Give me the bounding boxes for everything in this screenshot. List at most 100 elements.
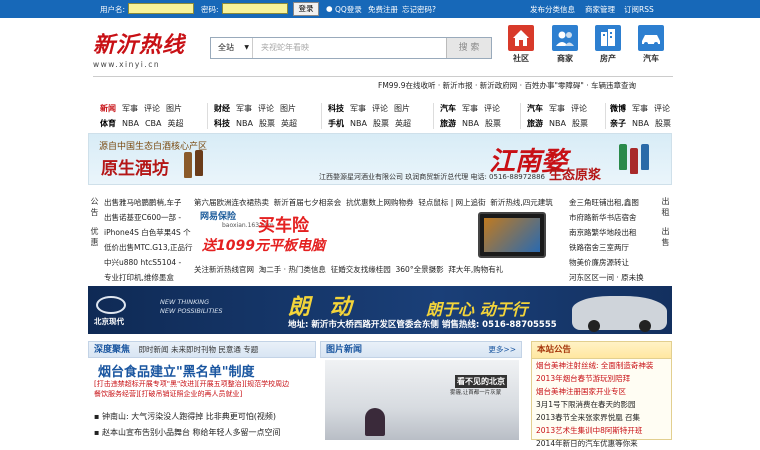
nav-link[interactable]: 图片 (280, 101, 296, 116)
hyundai-ad-banner[interactable]: 北京现代 NEW THINKING NEW POSSIBILITIES 朗 动 朗… (88, 286, 672, 334)
list-item[interactable]: 出售雅马哈鹏鹏梢,车子 (104, 195, 196, 210)
nav-link[interactable]: 图片 (394, 101, 410, 116)
nav-link[interactable]: NBA (632, 116, 649, 131)
nav-link[interactable]: 军事 (350, 101, 366, 116)
headline-sub[interactable]: 餐饮服务经营][打破吊销证照企业的再人员就业] (94, 389, 242, 399)
nav-link[interactable]: 股票 (655, 116, 671, 131)
nav-link[interactable]: 股票 (485, 116, 501, 131)
nav-link[interactable]: NBA (462, 116, 479, 131)
headline-sub[interactable]: [打击违禁超标开展专项"黑"改进][开展五项整治][规范学校周边 (94, 379, 289, 389)
list-item[interactable]: 2014年新日的汽车优惠等你来 (532, 437, 671, 450)
list-item[interactable]: 物美价廉房源转让 (569, 255, 659, 270)
nav-link[interactable]: 旅游 (527, 116, 543, 131)
qq-login-icon[interactable]: ● (326, 4, 333, 13)
list-item[interactable]: 关注新沂热线官网 (194, 265, 254, 274)
nav-link[interactable]: 汽车 (527, 101, 543, 116)
nav-link[interactable]: 科技 (214, 116, 230, 131)
headline-link[interactable]: 烟台食品建立"黑名单"制度 (98, 361, 255, 380)
list-item[interactable]: 低价出售MTC.G13,正品行 (104, 240, 196, 255)
nav-link[interactable]: NBA (122, 116, 139, 131)
nav-link[interactable]: 评论 (258, 101, 274, 116)
list-item[interactable]: 烟台美神注射丝绒: 全面制造奇神装 (532, 359, 671, 372)
photo-news-image[interactable]: 看不见的北京 雾霾,让首都一片灰蒙 (325, 360, 519, 440)
category-realestate-label[interactable]: 房产 (588, 53, 628, 64)
list-item[interactable]: 拜大年,购物有礼 (448, 265, 503, 274)
list-item[interactable]: 新沂热线,四元建筑 (490, 198, 552, 207)
list-item[interactable]: ▪ 钟南山: 大气污染没人跑得掉 比非典更可怕(视频) (94, 411, 276, 422)
nav-link[interactable]: 体育 (100, 116, 116, 131)
list-item[interactable]: 2013年烟台春节游玩別陪拜 (532, 372, 671, 385)
list-item[interactable]: 烟台美神注册国家开业专区 (532, 385, 671, 398)
list-item[interactable]: 3月1号下限消费在春天的影园 (532, 398, 671, 411)
nav-link[interactable]: 评论 (654, 101, 670, 116)
search-scope-select[interactable]: 全站 ▼ (211, 38, 253, 58)
username-input[interactable] (128, 3, 194, 14)
list-item[interactable]: 专业打印机,维修墨盒 (104, 270, 196, 285)
search-input[interactable]: 夹视蛇年看映 (261, 38, 309, 58)
list-item[interactable]: 360°全景摄影 (396, 265, 444, 274)
list-item[interactable]: 抗优惠数上网购物券 (346, 198, 414, 207)
quick-links-ticker[interactable]: FM99.9在线收听 · 新沂市报 · 新沂政府网 · 百姓办事"零障碍" · … (378, 80, 636, 91)
nav-link[interactable]: 股票 (572, 116, 588, 131)
nav-link[interactable]: 军事 (122, 101, 138, 116)
list-item[interactable]: 征婚交友找缘桂园 (331, 265, 391, 274)
home-icon[interactable] (508, 25, 534, 51)
nav-link[interactable]: NBA (350, 116, 367, 131)
nav-link[interactable]: NBA (549, 116, 566, 131)
nav-link[interactable]: 英超 (281, 116, 297, 131)
nav-link[interactable]: 手机 (328, 116, 344, 131)
nav-link[interactable]: 科技 (328, 101, 344, 116)
category-merchant-label[interactable]: 商家 (545, 53, 585, 64)
nav-link[interactable]: 评论 (484, 101, 500, 116)
nav-link[interactable]: 军事 (632, 101, 648, 116)
qq-login-link[interactable]: QQ登录 (335, 4, 362, 15)
list-item[interactable]: 市府路新华书店宿舍 (569, 210, 659, 225)
nav-link[interactable]: 英超 (168, 116, 184, 131)
list-item[interactable]: 中兴u880 htcS5104 - (104, 255, 196, 270)
category-car-label[interactable]: 汽车 (631, 53, 671, 64)
search-button[interactable]: 搜 索 (446, 38, 491, 58)
list-item[interactable]: 2013艺术生集训中8阿斯特开班 (532, 424, 671, 437)
list-item[interactable]: ▪ 赵本山宣布告别小品舞台 称给年轻人多留一点空间 (94, 427, 281, 438)
list-item[interactable]: 轻点鼠标 | 网上追街 (418, 198, 485, 207)
nav-link[interactable]: 英超 (395, 116, 411, 131)
list-item[interactable]: 铁路宿舍三室两厅 (569, 240, 659, 255)
category-community-label[interactable]: 社区 (501, 53, 541, 64)
post-classified-link[interactable]: 发布分类信息 (530, 4, 575, 15)
insurance-ad[interactable]: 网易保险 baoxian.163.com 买车险 送1099元平板电脑 (200, 205, 340, 263)
list-item[interactable]: 金三角旺铺出租,鑫图 (569, 195, 659, 210)
merchant-admin-link[interactable]: 商家管理 (585, 4, 615, 15)
building-icon[interactable] (595, 25, 621, 51)
site-logo[interactable]: 新沂热线 www.xinyi.cn (93, 27, 193, 72)
people-icon[interactable] (552, 25, 578, 51)
nav-link[interactable]: 股票 (373, 116, 389, 131)
forgot-password-link[interactable]: 忘记密码? (402, 4, 436, 15)
nav-link[interactable]: 评论 (571, 101, 587, 116)
nav-link[interactable]: 军事 (462, 101, 478, 116)
nav-link[interactable]: 股票 (259, 116, 275, 131)
nav-link[interactable]: 新闻 (100, 101, 116, 116)
login-button[interactable]: 登录 (293, 2, 319, 16)
nav-link[interactable]: 财经 (214, 101, 230, 116)
nav-link[interactable]: 军事 (549, 101, 565, 116)
liquor-ad-banner[interactable]: 源自中国生态白酒核心产区 原生酒坊 江西婺源星河酒业有限公司 玖润商贸新沂总代理… (88, 133, 672, 185)
nav-link[interactable]: 评论 (144, 101, 160, 116)
nav-link[interactable]: 军事 (236, 101, 252, 116)
nav-link[interactable]: NBA (236, 116, 253, 131)
list-item[interactable]: 出售诺基亚C600一部 - (104, 210, 196, 225)
rss-link[interactable]: 订阅RSS (624, 4, 654, 15)
password-input[interactable] (222, 3, 288, 14)
list-item[interactable]: 南京路繁华地段出租 (569, 225, 659, 240)
list-item[interactable]: 河东区区一间 · 原未换 (569, 270, 659, 285)
list-item[interactable]: iPhone4S 白色苹果4S 个 (104, 225, 196, 240)
nav-link[interactable]: 汽车 (440, 101, 456, 116)
nav-link[interactable]: 亲子 (610, 116, 626, 131)
more-link[interactable]: 更多>> (488, 342, 516, 357)
nav-link[interactable]: CBA (145, 116, 162, 131)
nav-link[interactable]: 评论 (372, 101, 388, 116)
list-item[interactable]: 2013春节全来张家界悦凰 召集 (532, 411, 671, 424)
section-tabs[interactable]: 即时新闻 未来即时刊物 民意通 专题 (139, 345, 259, 354)
car-icon[interactable] (638, 25, 664, 51)
list-item[interactable]: 淘二手 · 热门类信息 (259, 265, 326, 274)
nav-link[interactable]: 旅游 (440, 116, 456, 131)
